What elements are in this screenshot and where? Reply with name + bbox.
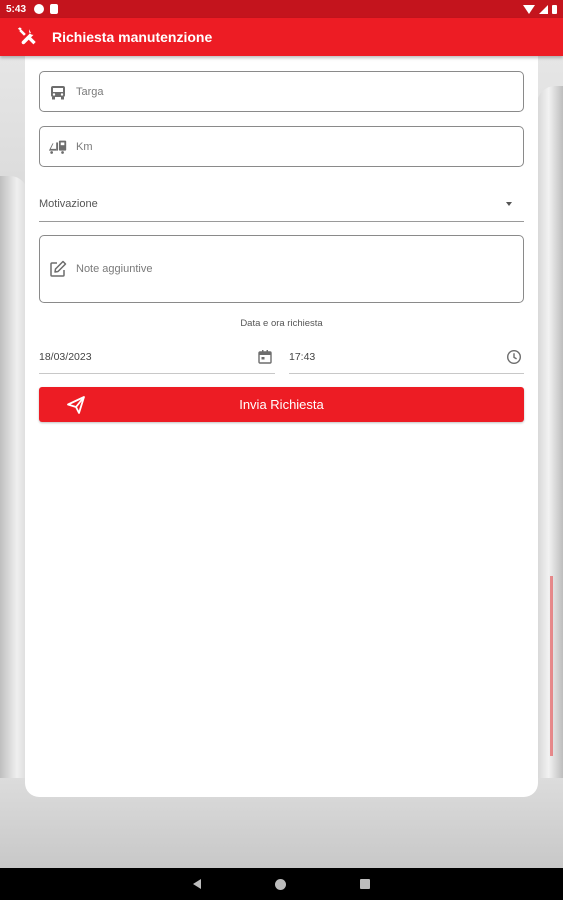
form-card: Motivazione Data e ora richiesta 18/03/2… xyxy=(25,56,538,797)
status-bar: 5:43 xyxy=(0,0,563,18)
back-icon[interactable] xyxy=(193,879,201,889)
date-value: 18/03/2023 xyxy=(39,350,92,363)
date-picker[interactable]: 18/03/2023 xyxy=(39,340,275,374)
navigation-bar xyxy=(0,868,563,900)
calendar-icon[interactable] xyxy=(257,349,273,365)
wifi-icon xyxy=(523,4,535,14)
edit-icon xyxy=(48,259,68,279)
targa-input[interactable] xyxy=(76,85,496,98)
notification-icon xyxy=(34,4,45,14)
note-input[interactable] xyxy=(76,263,496,275)
km-field[interactable] xyxy=(39,126,524,167)
time-picker[interactable]: 17:43 xyxy=(289,340,524,374)
battery-icon xyxy=(552,4,557,14)
send-icon xyxy=(67,396,85,414)
tools-icon[interactable] xyxy=(16,26,38,48)
recents-icon[interactable] xyxy=(360,879,370,889)
car-icon xyxy=(48,82,68,102)
background-detail xyxy=(550,576,553,756)
app-bar: Richiesta manutenzione xyxy=(0,18,563,56)
send-request-label: Invia Richiesta xyxy=(239,397,324,412)
home-icon[interactable] xyxy=(275,878,286,890)
status-right-icons xyxy=(523,4,557,14)
note-field[interactable] xyxy=(39,235,524,303)
motivazione-select[interactable]: Motivazione xyxy=(39,186,524,222)
status-time: 5:43 xyxy=(6,3,27,15)
odometer-icon xyxy=(48,137,68,157)
background-car-left xyxy=(0,176,28,816)
dropdown-caret-icon[interactable] xyxy=(506,201,512,206)
clock-icon[interactable] xyxy=(506,349,522,365)
targa-field[interactable] xyxy=(39,71,524,112)
time-value: 17:43 xyxy=(289,350,316,363)
datetime-label: Data e ora richiesta xyxy=(240,318,323,329)
notification-icon xyxy=(50,4,59,14)
motivazione-label: Motivazione xyxy=(39,197,98,210)
send-request-button[interactable]: Invia Richiesta xyxy=(39,387,524,422)
page-title: Richiesta manutenzione xyxy=(52,29,213,45)
km-input[interactable] xyxy=(76,140,496,153)
signal-icon xyxy=(539,4,548,14)
